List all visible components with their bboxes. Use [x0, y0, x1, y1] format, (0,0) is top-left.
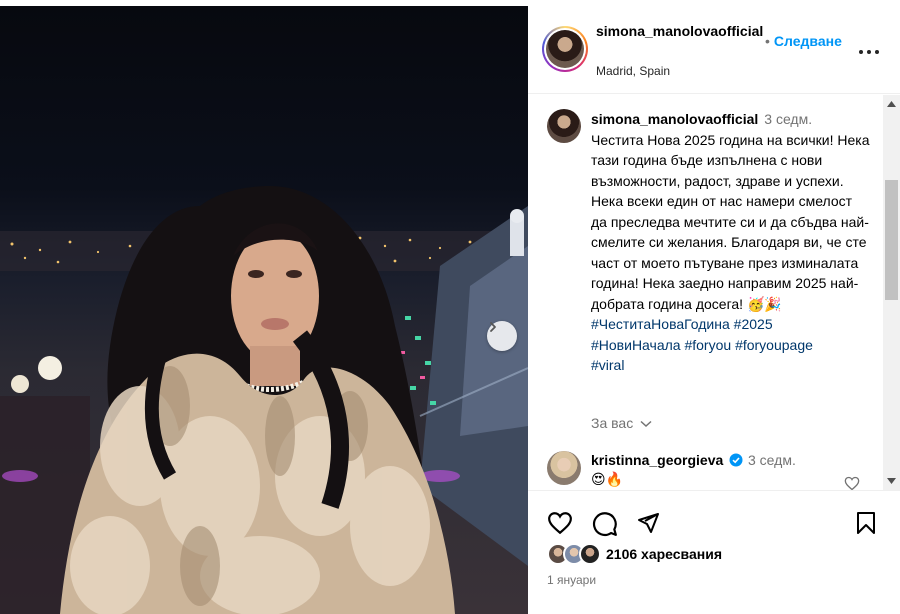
comments-section: simona_manolovaofficial 3 седм. Честита Н… — [528, 95, 900, 490]
post-photo[interactable] — [0, 6, 528, 614]
more-icon — [859, 50, 879, 54]
caption: simona_manolovaofficial 3 седм. Честита Н… — [591, 109, 871, 376]
post-date[interactable]: 1 януари — [547, 573, 596, 587]
post-header: simona_manolovaofficial Madrid, Spain • С… — [528, 6, 900, 94]
caption-text: Честита Нова 2025 година на всички! Нека… — [591, 131, 870, 312]
author-username[interactable]: simona_manolovaofficial — [596, 20, 772, 42]
scroll-up-icon[interactable] — [887, 101, 896, 107]
likes-count[interactable]: 2106 харесвания — [606, 546, 722, 562]
heart-icon — [844, 476, 860, 490]
scrollbar-thumb[interactable] — [885, 180, 898, 300]
scroll-down-icon[interactable] — [887, 478, 896, 484]
caption-avatar[interactable] — [547, 109, 581, 143]
hashtag-link[interactable]: #foryoupage — [735, 337, 813, 353]
hashtag-link[interactable]: #foryou — [684, 337, 731, 353]
comment-like-button[interactable] — [844, 476, 860, 490]
follow-button[interactable]: • Следване — [765, 33, 842, 49]
comment-avatar[interactable] — [547, 451, 581, 485]
share-icon — [638, 513, 659, 533]
for-you-label: За вас — [591, 415, 634, 431]
post-panel: simona_manolovaofficial Madrid, Spain • С… — [528, 6, 900, 614]
author-avatar[interactable] — [542, 26, 588, 72]
follow-label: Следване — [773, 33, 842, 49]
hashtag-link[interactable]: #ЧеститаНоваГодина — [591, 316, 730, 332]
more-options-button[interactable] — [858, 42, 880, 60]
night-city-portrait — [0, 186, 528, 614]
comment-icon — [592, 512, 617, 536]
comments-scrollbar[interactable] — [883, 95, 900, 490]
carousel-next-button[interactable] — [487, 321, 517, 351]
for-you-toggle[interactable]: За вас — [591, 415, 652, 431]
bookmark-icon — [857, 512, 875, 534]
liked-by-avatars[interactable] — [547, 543, 605, 565]
comment-text: 😍🔥 — [591, 471, 624, 487]
follow-separator: • — [765, 33, 770, 49]
caption-time: 3 седм. — [764, 111, 813, 127]
hashtag-link[interactable]: #2025 — [734, 316, 773, 332]
hashtag-link[interactable]: #viral — [591, 357, 624, 373]
post-location[interactable]: Madrid, Spain — [596, 64, 670, 78]
verified-icon — [729, 453, 743, 467]
post-actions: 2106 харесвания 1 януари — [528, 490, 900, 614]
save-button[interactable] — [855, 511, 877, 540]
caption-hashtags: #ЧеститаНоваГодина #2025 #НовиНачала #fo… — [591, 316, 813, 373]
verified-badge — [729, 453, 743, 472]
hashtag-link[interactable]: #НовиНачала — [591, 337, 681, 353]
comment-time: 3 седм. — [748, 452, 796, 468]
like-button[interactable] — [547, 511, 573, 540]
comment-button[interactable] — [592, 511, 618, 542]
instagram-post: simona_manolovaofficial Madrid, Spain • С… — [0, 0, 900, 614]
chevron-down-icon — [640, 420, 652, 428]
comment-username[interactable]: kristinna_georgieva — [591, 452, 723, 468]
caption-username[interactable]: simona_manolovaofficial — [591, 111, 758, 127]
share-button[interactable] — [636, 511, 660, 540]
heart-icon — [548, 512, 572, 535]
chevron-right-icon — [490, 322, 496, 332]
